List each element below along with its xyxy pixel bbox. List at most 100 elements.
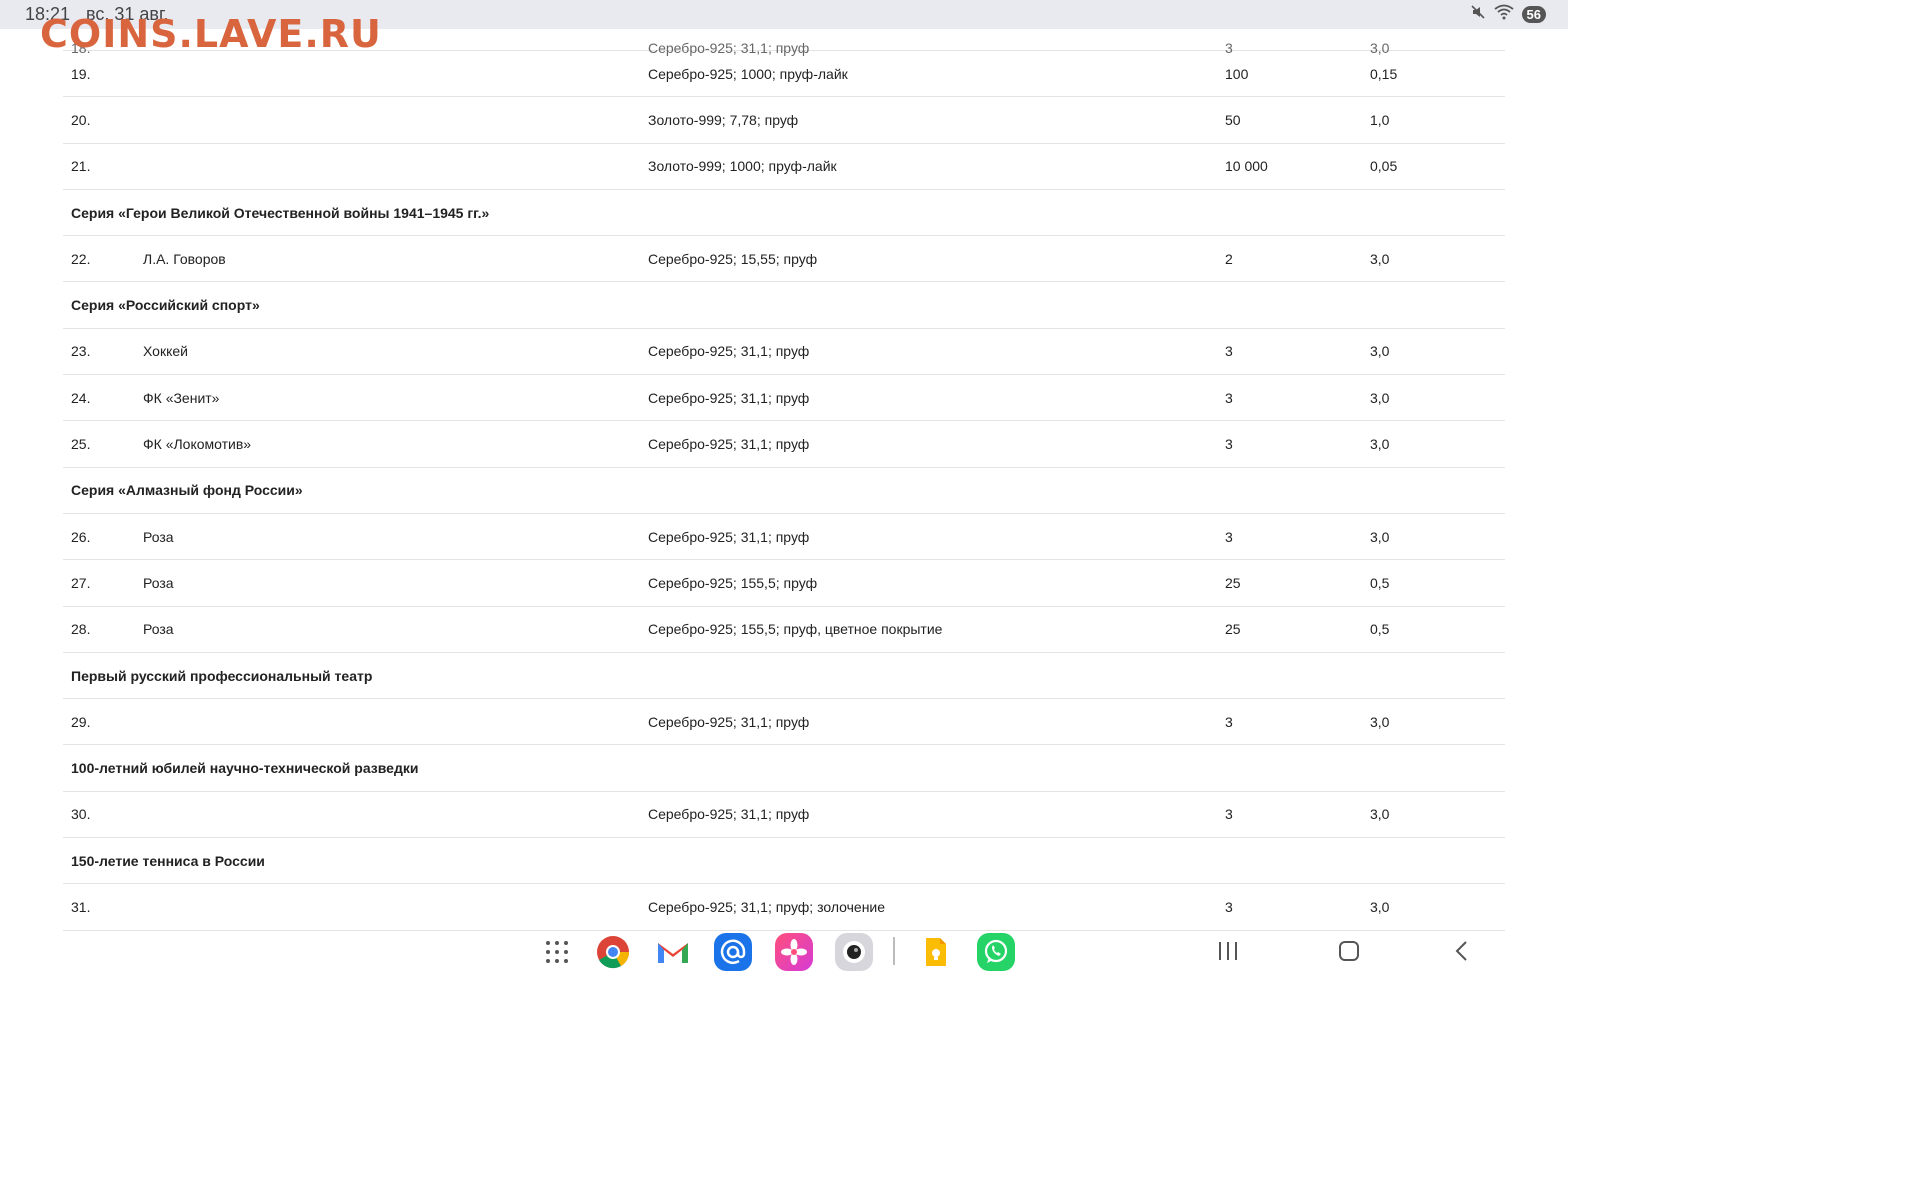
row-name: Л.А. Говоров [143, 250, 226, 267]
photos-icon[interactable] [775, 933, 813, 971]
table-row: 26. Роза Серебро-925; 31,1; пруф 3 3,0 [63, 514, 1505, 561]
table-row: 29. Серебро-925; 31,1; пруф 3 3,0 [63, 699, 1505, 746]
table-row: 30. Серебро-925; 31,1; пруф 3 3,0 [63, 792, 1505, 839]
row-number: 29. [71, 713, 91, 730]
table-row: 24. ФК «Зенит» Серебро-925; 31,1; пруф 3 3,0 [63, 375, 1505, 422]
recents-icon[interactable] [1217, 941, 1239, 966]
table-row: 21. Золото-999; 1000; пруф-лайк 10 000 0,05 [63, 144, 1505, 190]
row-number: 22. [71, 250, 91, 267]
series-title: 150-летие тенниса в России [71, 852, 265, 869]
back-icon[interactable] [1452, 941, 1472, 966]
row-spec: Серебро-925; 155,5; пруф [648, 574, 818, 591]
series-heading-row: Серия «Алмазный фонд России» [63, 468, 1505, 514]
camera-icon[interactable] [835, 933, 873, 971]
row-number: 24. [71, 389, 91, 406]
home-icon[interactable] [1338, 941, 1360, 966]
apps-grid-icon[interactable] [538, 933, 576, 971]
row-value: 3,0 [1370, 713, 1390, 730]
row-value: 0,5 [1370, 621, 1390, 638]
row-quantity: 3 [1225, 389, 1233, 406]
row-spec: Серебро-925; 15,55; пруф [648, 250, 818, 267]
row-quantity: 3 [1225, 713, 1233, 730]
battery-badge: 56 [1521, 6, 1546, 23]
row-name: ФК «Зенит» [143, 389, 220, 406]
row-name: Хоккей [143, 343, 188, 360]
row-value: 3,0 [1370, 806, 1390, 823]
row-spec: Серебро-925; 1000; пруф-лайк [648, 65, 848, 82]
row-spec: Серебро-925; 31,1; пруф [648, 528, 810, 545]
row-spec: Золото-999; 1000; пруф-лайк [648, 158, 837, 175]
row-number: 27. [71, 574, 91, 591]
series-title: Первый русский профессиональный театр [71, 667, 373, 684]
row-quantity: 10 000 [1225, 158, 1268, 175]
row-spec: Серебро-925; 31,1; пруф [648, 343, 810, 360]
dock-separator [893, 937, 895, 965]
table-row: 22. Л.А. Говоров Серебро-925; 15,55; пруф 2… [63, 236, 1505, 283]
table-row: 19. Серебро-925; 1000; пруф-лайк 100 0,15 [63, 51, 1505, 98]
notes-icon[interactable] [917, 933, 955, 971]
row-number: 20. [71, 111, 91, 128]
row-name: Роза [143, 528, 174, 545]
row-name: ФК «Локомотив» [143, 436, 252, 453]
row-name: Роза [143, 574, 174, 591]
row-number: 25. [71, 436, 91, 453]
whatsapp-icon[interactable] [977, 933, 1015, 971]
row-value: 3,0 [1370, 389, 1390, 406]
gmail-icon[interactable] [654, 933, 692, 971]
row-spec: Серебро-925; 31,1; пруф [648, 389, 810, 406]
row-number: 28. [71, 621, 91, 638]
row-value: 3,0 [1370, 436, 1390, 453]
series-heading-row: Первый русский профессиональный театр [63, 653, 1505, 700]
watermark: COINS.LAVE.RU [40, 12, 382, 56]
mail-icon[interactable] [714, 933, 752, 971]
series-heading-row: Серия «Российский спорт» [63, 282, 1505, 329]
row-quantity: 50 [1225, 111, 1241, 128]
table-row: 27. Роза Серебро-925; 155,5; пруф 25 0,5 [63, 560, 1505, 607]
row-quantity: 2 [1225, 250, 1233, 267]
row-spec: Серебро-925; 31,1; пруф [648, 713, 810, 730]
row-quantity: 3 [1225, 528, 1233, 545]
row-quantity: 3 [1225, 806, 1233, 823]
row-quantity: 100 [1225, 65, 1249, 82]
series-title: 100-летний юбилей научно-технической раз… [71, 760, 419, 777]
wifi-icon [1493, 4, 1514, 25]
row-number: 19. [71, 65, 91, 82]
row-quantity: 25 [1225, 621, 1241, 638]
table-row: 23. Хоккей Серебро-925; 31,1; пруф 3 3,0 [63, 329, 1505, 376]
row-spec: Золото-999; 7,78; пруф [648, 111, 799, 128]
row-number: 26. [71, 528, 91, 545]
row-value: 3,0 [1370, 528, 1390, 545]
series-title: Серия «Алмазный фонд России» [71, 482, 303, 499]
row-name: Роза [143, 621, 174, 638]
row-number: 21. [71, 158, 91, 175]
row-quantity: 3 [1225, 898, 1233, 915]
mute-icon [1470, 4, 1486, 25]
row-value: 0,15 [1370, 65, 1398, 82]
row-spec: Серебро-925; 31,1; пруф [648, 806, 810, 823]
row-spec: Серебро-925; 31,1; пруф; золочение [648, 898, 886, 915]
series-heading-row: 150-летие тенниса в России [63, 838, 1505, 885]
row-quantity: 3 [1225, 343, 1233, 360]
row-quantity: 25 [1225, 574, 1241, 591]
row-value: 3,0 [1370, 250, 1390, 267]
app-dock [0, 915, 1568, 980]
row-value: 0,05 [1370, 158, 1398, 175]
row-number: 30. [71, 806, 91, 823]
coin-table: 18. Серебро-925; 31,1; пруф 3 3,0 19. Сер… [63, 30, 1505, 931]
series-heading-row: 100-летний юбилей научно-технической раз… [63, 745, 1505, 792]
row-number: 23. [71, 343, 91, 360]
row-value: 1,0 [1370, 111, 1390, 128]
row-value: 3,0 [1370, 898, 1390, 915]
row-value: 3,0 [1370, 343, 1390, 360]
chrome-icon[interactable] [594, 933, 632, 971]
row-spec: Серебро-925; 155,5; пруф, цветное покрыт… [648, 621, 943, 638]
status-icons: 56 [1470, 4, 1546, 25]
row-value: 0,5 [1370, 574, 1390, 591]
row-number: 31. [71, 898, 91, 915]
table-row: 28. Роза Серебро-925; 155,5; пруф, цветное… [63, 607, 1505, 653]
series-title: Серия «Российский спорт» [71, 297, 260, 314]
table-row: 20. Золото-999; 7,78; пруф 50 1,0 [63, 97, 1505, 144]
table-row: 25. ФК «Локомотив» Серебро-925; 31,1; пруф… [63, 421, 1505, 468]
row-quantity: 3 [1225, 436, 1233, 453]
row-spec: Серебро-925; 31,1; пруф [648, 436, 810, 453]
